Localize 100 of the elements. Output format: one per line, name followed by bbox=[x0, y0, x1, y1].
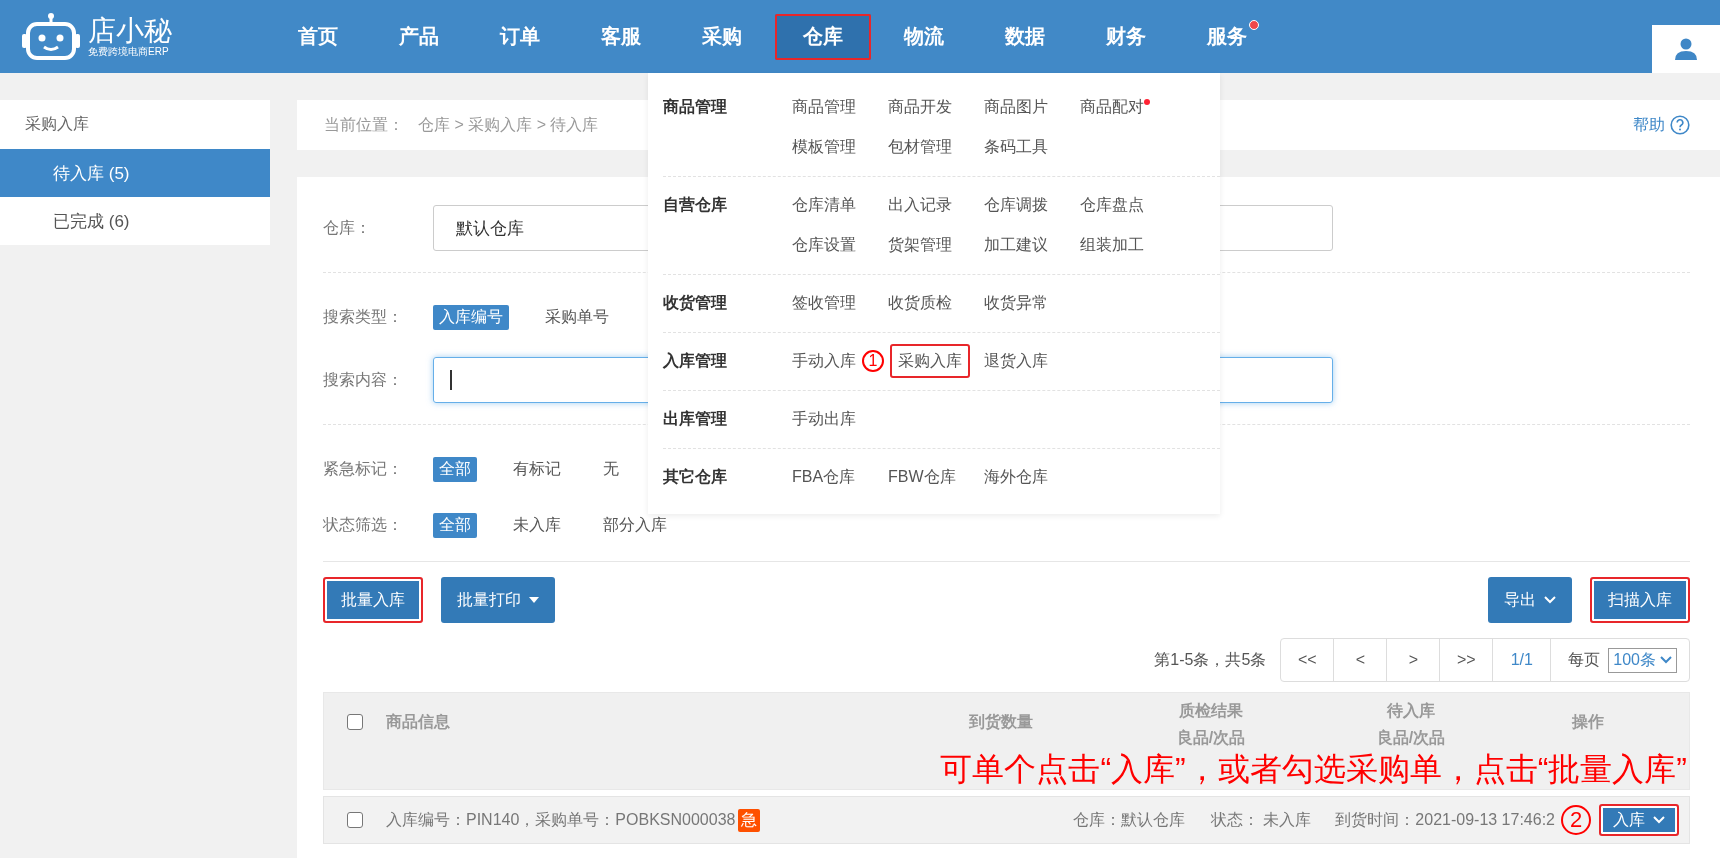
breadcrumb-path: 仓库 > 采购入库 > 待入库 bbox=[418, 114, 599, 135]
column-header: 质检结果 bbox=[1179, 701, 1243, 721]
menu-item[interactable]: 仓库盘点 bbox=[1072, 188, 1152, 222]
filter-option[interactable]: 无 bbox=[597, 456, 625, 482]
stock-in-button[interactable]: 入库 bbox=[1599, 804, 1679, 836]
nav-tab[interactable]: 首页 bbox=[270, 13, 366, 60]
status-text: 状态： 未入库 bbox=[1210, 809, 1312, 830]
menu-item[interactable]: FBW仓库 bbox=[880, 460, 964, 494]
per-page-select[interactable]: 100条 bbox=[1608, 647, 1677, 673]
menu-item[interactable]: 海外仓库 bbox=[976, 460, 1056, 494]
notification-dot bbox=[1144, 99, 1150, 105]
page-button[interactable]: >> bbox=[1440, 639, 1494, 681]
column-header: 待入库 bbox=[1387, 701, 1435, 721]
help-icon bbox=[1670, 115, 1690, 135]
menu-item[interactable]: FBA仓库 bbox=[784, 460, 864, 494]
nav-tab[interactable]: 财务 bbox=[1078, 13, 1174, 60]
toolbar-button[interactable]: 批量入库 bbox=[323, 577, 423, 623]
nav-tab[interactable]: 采购 bbox=[674, 13, 770, 60]
menu-item[interactable]: 采购入库 bbox=[890, 344, 970, 378]
menu-item[interactable]: 商品开发 bbox=[880, 90, 960, 124]
warehouse-text: 仓库：默认仓库 bbox=[1072, 809, 1185, 830]
menu-section-title: 其它仓库 bbox=[663, 467, 728, 487]
filter-option[interactable]: 入库编号 bbox=[433, 304, 509, 330]
logo-tagline: 免费跨境电商ERP bbox=[88, 45, 170, 58]
filter-label: 搜索类型： bbox=[323, 306, 404, 327]
user-icon bbox=[1675, 38, 1697, 60]
arrival-time: 到货时间：2021-09-13 17:46:2 bbox=[1335, 809, 1555, 830]
filter-label: 紧急标记： bbox=[323, 458, 404, 479]
sidebar-item[interactable]: 已完成 (6) bbox=[0, 197, 270, 245]
menu-section-title: 出库管理 bbox=[663, 409, 728, 429]
order-info: 入库编号：PIN140，采购单号：POBKSN000038 bbox=[386, 809, 736, 830]
logo-text: 店小秘 bbox=[88, 15, 172, 46]
filter-option[interactable]: 未入库 bbox=[507, 512, 567, 538]
urgent-badge: 急 bbox=[738, 808, 761, 832]
nav-tab[interactable]: 仓库 bbox=[775, 13, 871, 60]
column-header: 商品信息 bbox=[386, 711, 450, 732]
menu-item[interactable]: 出入记录 bbox=[880, 188, 960, 222]
filter-label: 仓库： bbox=[323, 217, 372, 238]
menu-item[interactable]: 商品图片 bbox=[976, 90, 1056, 124]
chevron-down-icon bbox=[1660, 656, 1672, 664]
column-subheader: 良品/次品 bbox=[1376, 728, 1446, 748]
toolbar-button[interactable]: 导出 bbox=[1488, 577, 1572, 623]
nav-tab[interactable]: 客服 bbox=[573, 13, 669, 60]
help-link[interactable]: 帮助 bbox=[1633, 114, 1690, 136]
filter-option[interactable]: 部分入库 bbox=[597, 512, 673, 538]
menu-section-title: 收货管理 bbox=[663, 293, 728, 314]
menu-item[interactable]: 组装加工 bbox=[1072, 228, 1152, 262]
filter-option[interactable]: 全部 bbox=[433, 456, 477, 482]
menu-item[interactable]: 货架管理 bbox=[880, 228, 960, 262]
filter-label: 状态筛选： bbox=[323, 514, 404, 535]
menu-item[interactable]: 签收管理 bbox=[784, 286, 864, 320]
menu-item[interactable]: 条码工具 bbox=[976, 130, 1056, 164]
page-button[interactable]: < bbox=[1334, 639, 1388, 681]
nav-tab[interactable]: 物流 bbox=[876, 13, 972, 60]
select-all-checkbox[interactable] bbox=[347, 714, 363, 730]
menu-item[interactable]: 收货异常 bbox=[976, 286, 1056, 320]
sidebar-title: 采购入库 bbox=[24, 114, 90, 134]
menu-item[interactable]: 仓库调拨 bbox=[976, 188, 1056, 222]
text-cursor bbox=[450, 370, 452, 390]
menu-item[interactable]: 商品配对 bbox=[1072, 90, 1158, 124]
row-checkbox[interactable] bbox=[347, 812, 363, 828]
toolbar-button[interactable]: 批量打印 bbox=[441, 577, 555, 623]
menu-item[interactable]: 收货质检 bbox=[880, 286, 960, 320]
chevron-down-icon bbox=[1653, 816, 1665, 824]
column-subheader: 良品/次品 bbox=[1176, 728, 1246, 748]
filter-option[interactable]: 有标记 bbox=[507, 456, 567, 482]
chevron-down-icon bbox=[1544, 596, 1556, 604]
toolbar-button[interactable]: 扫描入库 bbox=[1590, 577, 1690, 623]
menu-item[interactable]: 仓库清单 bbox=[784, 188, 864, 222]
menu-item[interactable]: 退货入库 bbox=[976, 344, 1056, 378]
page-button[interactable]: > bbox=[1387, 639, 1441, 681]
menu-item[interactable]: 仓库设置 bbox=[784, 228, 864, 262]
per-page-label: 每页 bbox=[1568, 649, 1601, 670]
user-button[interactable] bbox=[1652, 25, 1720, 73]
pagination-summary: 第1-5条，共5条 bbox=[1154, 649, 1267, 670]
breadcrumb-label: 当前位置： bbox=[324, 114, 404, 135]
filter-option[interactable]: 采购单号 bbox=[539, 304, 615, 330]
page-button[interactable]: << bbox=[1281, 639, 1335, 681]
column-header: 到货数量 bbox=[969, 711, 1033, 733]
menu-item[interactable]: 手动出库 bbox=[784, 402, 864, 436]
sidebar-item[interactable]: 待入库 (5) bbox=[0, 149, 270, 197]
page-indicator: 1/1 bbox=[1493, 639, 1552, 681]
nav-tab[interactable]: 产品 bbox=[371, 13, 467, 60]
menu-item[interactable]: 商品管理 bbox=[784, 90, 864, 124]
nav-tab[interactable]: 服务 bbox=[1179, 13, 1275, 60]
step-marker: 2 bbox=[1561, 805, 1591, 835]
nav-tab[interactable]: 数据 bbox=[977, 13, 1073, 60]
annotation-note: 可单个点击“入库”，或者勾选采购单，点击“批量入库” bbox=[940, 751, 1687, 787]
step-marker: 1 bbox=[862, 350, 884, 372]
column-header: 操作 bbox=[1571, 711, 1604, 732]
menu-item[interactable]: 加工建议 bbox=[976, 228, 1056, 262]
filter-label: 搜索内容： bbox=[323, 369, 404, 390]
menu-item[interactable]: 手动入库 bbox=[784, 344, 864, 378]
robot-logo-icon bbox=[22, 11, 80, 62]
menu-item[interactable]: 模板管理 bbox=[784, 130, 864, 164]
menu-section-title: 自营仓库 bbox=[663, 195, 728, 215]
filter-option[interactable]: 全部 bbox=[433, 512, 477, 538]
nav-tab[interactable]: 订单 bbox=[472, 13, 568, 60]
menu-item[interactable]: 包材管理 bbox=[880, 130, 960, 164]
notification-dot bbox=[1249, 19, 1259, 30]
